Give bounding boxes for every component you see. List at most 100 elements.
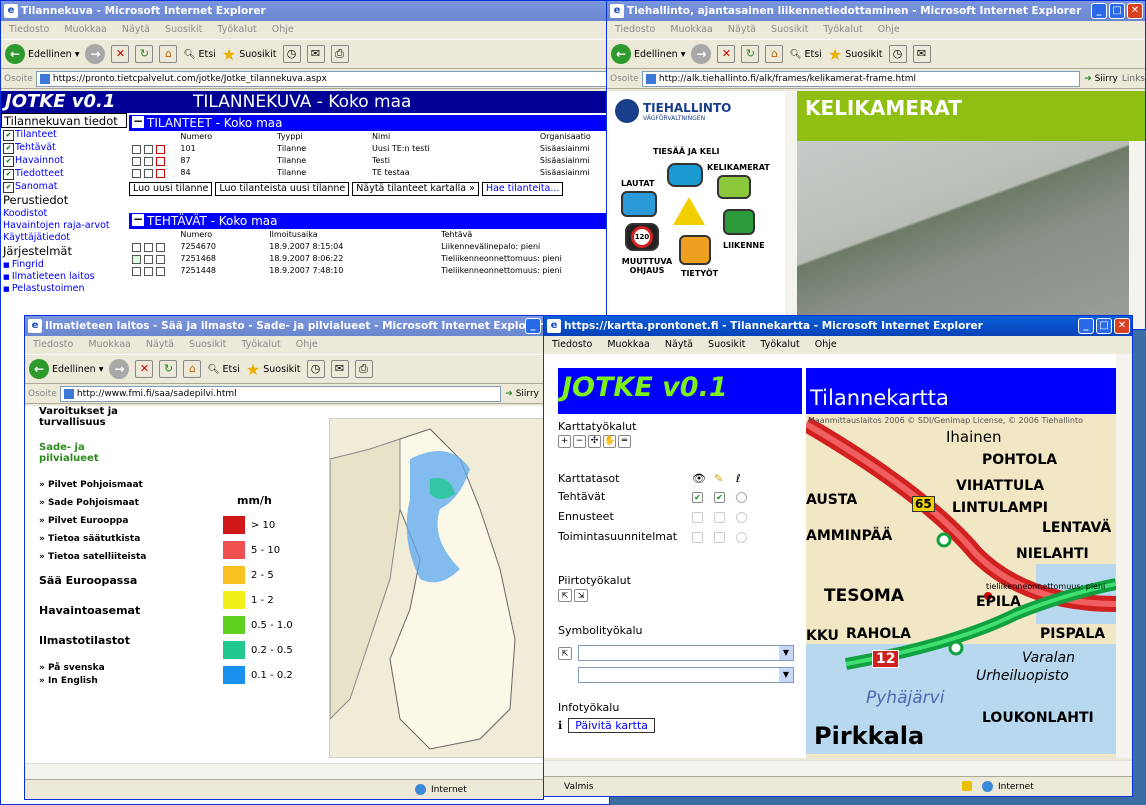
search-button[interactable]: 🔍︎ Etsi <box>207 364 239 375</box>
doc-icon[interactable] <box>144 266 153 276</box>
layer-radio[interactable] <box>736 532 747 543</box>
kartta-vscroll[interactable] <box>1116 354 1132 758</box>
nav-tietyot[interactable]: TIETYÖT <box>681 269 718 278</box>
search-button[interactable]: 🔍︎ Etsi <box>789 49 821 60</box>
table-row[interactable]: 7251468 18.9.2007 8:06:22 Tieliikenneonn… <box>129 253 609 265</box>
layer-edit-checkbox[interactable]: ✔ <box>714 492 725 503</box>
favorites-button[interactable]: ★ Suosikit <box>222 45 277 64</box>
symbol-select-1[interactable]: ▼ <box>578 645 794 661</box>
new-situation-button[interactable]: Luo uusi tilanne <box>129 182 213 196</box>
link-ilmatieteen-laitos[interactable]: Ilmatieteen laitos <box>1 271 127 283</box>
info-icon[interactable]: ℹ <box>558 719 562 732</box>
tiehallinto-url-input[interactable]: http://alk.tiehallinto.fi/alk/frames/kel… <box>641 70 1081 87</box>
fmi-item-sade-pohjoismaat[interactable]: » Sade Pohjoismaat <box>39 494 329 512</box>
layer-visible-checkbox[interactable] <box>692 532 703 543</box>
fmi-item-pilvet-pohjoismaat[interactable]: » Pilvet Pohjoismaat <box>39 476 329 494</box>
menu-ohje[interactable]: Ohje <box>272 24 294 35</box>
menu-suosikit[interactable]: Suosikit <box>189 339 226 350</box>
nav-liikenne[interactable]: LIIKENNE <box>723 241 765 250</box>
menu-suosikit[interactable]: Suosikit <box>708 339 745 350</box>
tehtavat-header[interactable]: TEHTÄVÄT - Koko maa <box>129 213 609 229</box>
back-button[interactable]: ← Edellinen ▾ <box>611 44 685 64</box>
back-button[interactable]: ← Edellinen ▾ <box>29 359 103 379</box>
table-row[interactable]: 7254670 18.9.2007 8:15:04 Liikenneväline… <box>129 241 609 253</box>
fmi-item-satelliitit[interactable]: » Tietoa satelliiteista <box>39 548 329 566</box>
check-havainnot[interactable]: Havainnot <box>1 154 127 167</box>
p-icon[interactable] <box>156 254 165 264</box>
kartta-hscroll[interactable] <box>544 760 1132 776</box>
fmi-titlebar[interactable]: e Ilmatieteen laitos - Sää ja ilmasto - … <box>25 316 543 336</box>
symbol-pointer-icon[interactable]: ⇱ <box>558 646 572 660</box>
menu-tyokalut[interactable]: Työkalut <box>760 339 799 350</box>
menu-nayta[interactable]: Näytä <box>146 339 174 350</box>
mail-icon[interactable]: ✉ <box>912 45 931 63</box>
fmi-hscroll[interactable] <box>25 763 543 779</box>
row-checkbox[interactable] <box>132 168 141 178</box>
links-label[interactable]: Links <box>1122 74 1145 84</box>
doc-icon[interactable] <box>144 254 153 264</box>
link-raja-arvot[interactable]: Havaintojen raja-arvot <box>1 220 127 232</box>
mail-icon[interactable]: ✉ <box>330 360 349 378</box>
history-icon[interactable]: ◷ <box>282 45 301 63</box>
nav-kelikamerat[interactable]: KELIKAMERAT <box>707 163 770 172</box>
menu-tiedosto[interactable]: Tiedosto <box>615 24 655 35</box>
layer-visible-checkbox[interactable] <box>692 512 703 523</box>
draw-select-icon[interactable]: ⇱ <box>558 589 572 602</box>
layer-edit-checkbox[interactable] <box>714 512 725 523</box>
kelikamerat-scrollbar[interactable] <box>1129 141 1145 329</box>
search-situations-button[interactable]: Hae tilanteita... <box>481 182 564 196</box>
link-pelastustoimen[interactable]: Pelastustoimen <box>1 283 127 295</box>
layer-visible-checkbox[interactable]: ✔ <box>692 492 703 503</box>
menu-tyokalut[interactable]: Työkalut <box>823 24 862 35</box>
layer-radio[interactable] <box>736 492 747 503</box>
menu-ohje[interactable]: Ohje <box>878 24 900 35</box>
maximize-button[interactable]: □ <box>1109 3 1125 19</box>
refresh-icon[interactable]: ↻ <box>159 360 178 378</box>
history-icon[interactable]: ◷ <box>888 45 907 63</box>
forward-button[interactable]: → <box>85 44 106 64</box>
stop-icon[interactable]: ✕ <box>717 45 736 63</box>
fmi-item-saatutkat[interactable]: » Tietoa säätutkista <box>39 530 329 548</box>
stop-icon[interactable]: ✕ <box>111 45 130 63</box>
symbol-select-2[interactable]: ▼ <box>578 667 794 683</box>
link-koodistot[interactable]: Koodistot <box>1 208 127 220</box>
close-button[interactable]: ✕ <box>1114 318 1130 334</box>
row-checkbox[interactable] <box>132 254 141 264</box>
fmi-cat-varoitukset[interactable]: Varoitukset ja turvallisuus <box>39 406 139 428</box>
menu-tyokalut[interactable]: Työkalut <box>217 24 256 35</box>
fmi-cat-sade[interactable]: Sade- ja pilvialueet <box>39 442 129 464</box>
check-tehtavat[interactable]: Tehtävät <box>1 141 127 154</box>
zoom-out-icon[interactable]: − <box>573 435 586 448</box>
stop-icon[interactable]: ✕ <box>135 360 154 378</box>
jotke-titlebar[interactable]: e Tilannekuva - Microsoft Internet Explo… <box>1 1 609 21</box>
history-icon[interactable]: ◷ <box>306 360 325 378</box>
menu-tiedosto[interactable]: Tiedosto <box>9 24 49 35</box>
doc-icon[interactable] <box>144 242 153 252</box>
minimize-button[interactable]: _ <box>525 318 541 334</box>
radar-map[interactable] <box>329 418 543 758</box>
menu-nayta[interactable]: Näytä <box>122 24 150 35</box>
weather-camera-image[interactable] <box>797 141 1129 329</box>
link-fingrid[interactable]: Fingrid <box>1 259 127 271</box>
draw-line-icon[interactable]: ⇲ <box>574 589 588 602</box>
situation-map[interactable]: Maanmittauslaitos 2006 © SDI/Genimap Lic… <box>806 414 1116 758</box>
menu-muokkaa[interactable]: Muokkaa <box>88 339 131 350</box>
close-button[interactable]: ✕ <box>1127 3 1143 19</box>
print-icon[interactable]: ⎙ <box>354 360 373 378</box>
menu-muokkaa[interactable]: Muokkaa <box>64 24 107 35</box>
forward-button[interactable]: → <box>109 359 130 379</box>
table-row[interactable]: 7251448 18.9.2007 7:48:10 Tieliikenneonn… <box>129 265 609 277</box>
home-icon[interactable]: ⌂ <box>159 45 178 63</box>
fmi-url-input[interactable]: http://www.fmi.fi/saa/sadepilvi.html <box>59 385 502 402</box>
menu-ohje[interactable]: Ohje <box>296 339 318 350</box>
p-icon[interactable] <box>156 266 165 276</box>
home-icon[interactable]: ⌂ <box>183 360 202 378</box>
back-button[interactable]: ← Edellinen ▾ <box>5 44 79 64</box>
row-checkbox[interactable] <box>132 156 141 166</box>
menu-nayta[interactable]: Näytä <box>665 339 693 350</box>
layer-edit-checkbox[interactable] <box>714 532 725 543</box>
jotke-url-input[interactable]: https://pronto.tietcpalvelut.com/jotke/J… <box>35 70 609 87</box>
fmi-item-pilvet-eurooppa[interactable]: » Pilvet Eurooppa <box>39 512 329 530</box>
row-checkbox[interactable] <box>132 242 141 252</box>
edit-icon[interactable] <box>156 156 165 166</box>
